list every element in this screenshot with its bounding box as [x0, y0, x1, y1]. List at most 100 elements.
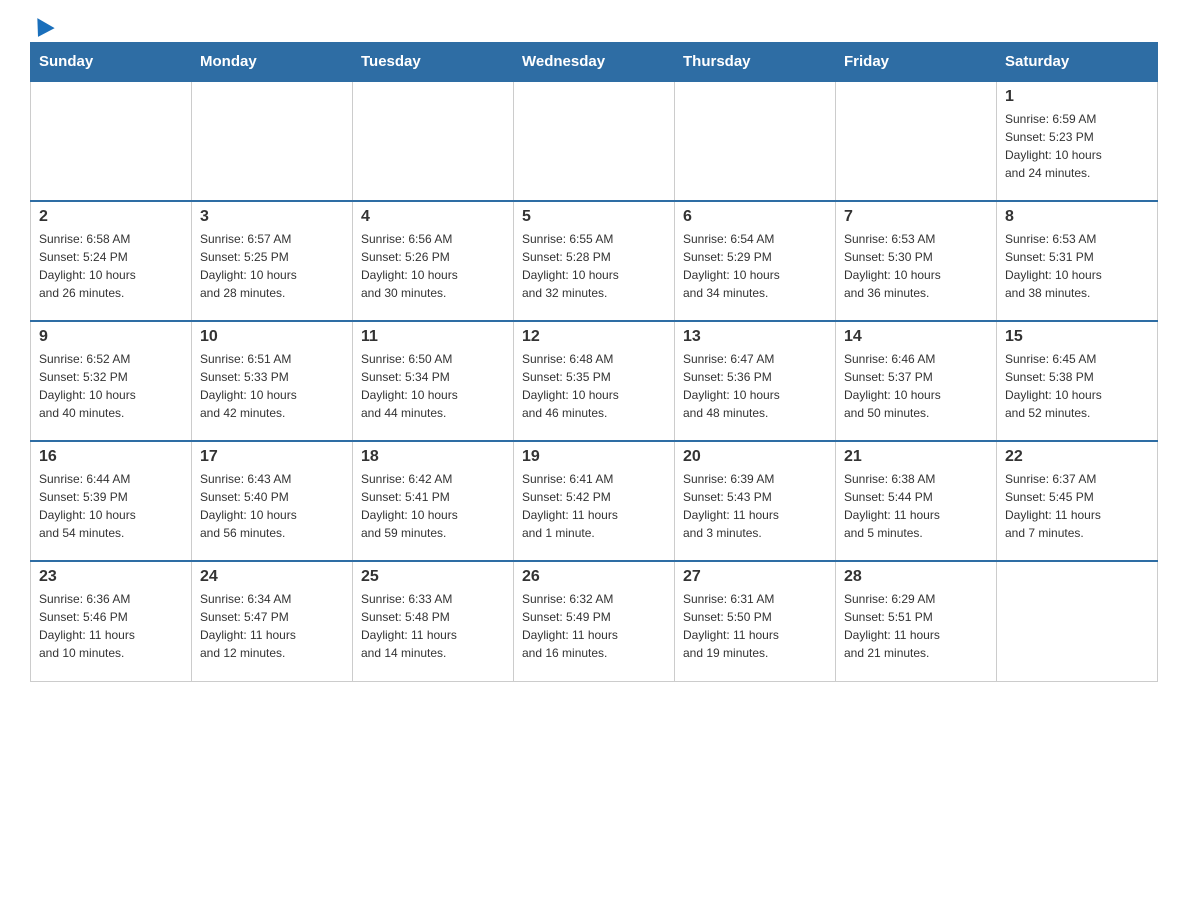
day-number: 4	[361, 208, 505, 226]
day-number: 7	[844, 208, 988, 226]
day-number: 19	[522, 448, 666, 466]
calendar-cell: 19 Sunrise: 6:41 AMSunset: 5:42 PMDayligh…	[514, 441, 675, 561]
day-info: Sunrise: 6:50 AMSunset: 5:34 PMDaylight:…	[361, 350, 505, 422]
calendar-cell: 9 Sunrise: 6:52 AMSunset: 5:32 PMDaylight…	[31, 321, 192, 441]
calendar-cell	[675, 81, 836, 201]
day-number: 14	[844, 328, 988, 346]
day-info: Sunrise: 6:42 AMSunset: 5:41 PMDaylight:…	[361, 470, 505, 542]
day-number: 26	[522, 568, 666, 586]
weekday-header-friday: Friday	[836, 43, 997, 82]
calendar-cell: 14 Sunrise: 6:46 AMSunset: 5:37 PMDayligh…	[836, 321, 997, 441]
calendar-cell: 13 Sunrise: 6:47 AMSunset: 5:36 PMDayligh…	[675, 321, 836, 441]
day-number: 3	[200, 208, 344, 226]
calendar-cell: 12 Sunrise: 6:48 AMSunset: 5:35 PMDayligh…	[514, 321, 675, 441]
weekday-header-row: SundayMondayTuesdayWednesdayThursdayFrid…	[31, 43, 1158, 82]
calendar-cell: 26 Sunrise: 6:32 AMSunset: 5:49 PMDayligh…	[514, 561, 675, 681]
calendar-cell	[353, 81, 514, 201]
calendar-cell	[31, 81, 192, 201]
day-info: Sunrise: 6:58 AMSunset: 5:24 PMDaylight:…	[39, 230, 183, 302]
day-info: Sunrise: 6:53 AMSunset: 5:31 PMDaylight:…	[1005, 230, 1149, 302]
calendar-cell: 3 Sunrise: 6:57 AMSunset: 5:25 PMDaylight…	[192, 201, 353, 321]
day-info: Sunrise: 6:57 AMSunset: 5:25 PMDaylight:…	[200, 230, 344, 302]
day-number: 9	[39, 328, 183, 346]
day-info: Sunrise: 6:56 AMSunset: 5:26 PMDaylight:…	[361, 230, 505, 302]
day-number: 21	[844, 448, 988, 466]
calendar-cell: 5 Sunrise: 6:55 AMSunset: 5:28 PMDaylight…	[514, 201, 675, 321]
day-info: Sunrise: 6:45 AMSunset: 5:38 PMDaylight:…	[1005, 350, 1149, 422]
calendar-cell	[836, 81, 997, 201]
day-number: 17	[200, 448, 344, 466]
logo-triangle-icon	[29, 18, 54, 42]
day-info: Sunrise: 6:32 AMSunset: 5:49 PMDaylight:…	[522, 590, 666, 662]
day-number: 15	[1005, 328, 1149, 346]
calendar-cell: 18 Sunrise: 6:42 AMSunset: 5:41 PMDayligh…	[353, 441, 514, 561]
calendar-cell: 6 Sunrise: 6:54 AMSunset: 5:29 PMDaylight…	[675, 201, 836, 321]
day-info: Sunrise: 6:52 AMSunset: 5:32 PMDaylight:…	[39, 350, 183, 422]
weekday-header-thursday: Thursday	[675, 43, 836, 82]
day-number: 11	[361, 328, 505, 346]
calendar-cell: 25 Sunrise: 6:33 AMSunset: 5:48 PMDayligh…	[353, 561, 514, 681]
calendar-cell	[514, 81, 675, 201]
day-info: Sunrise: 6:33 AMSunset: 5:48 PMDaylight:…	[361, 590, 505, 662]
day-info: Sunrise: 6:34 AMSunset: 5:47 PMDaylight:…	[200, 590, 344, 662]
calendar-cell: 27 Sunrise: 6:31 AMSunset: 5:50 PMDayligh…	[675, 561, 836, 681]
day-number: 23	[39, 568, 183, 586]
day-info: Sunrise: 6:44 AMSunset: 5:39 PMDaylight:…	[39, 470, 183, 542]
day-number: 18	[361, 448, 505, 466]
day-info: Sunrise: 6:48 AMSunset: 5:35 PMDaylight:…	[522, 350, 666, 422]
day-number: 28	[844, 568, 988, 586]
day-info: Sunrise: 6:39 AMSunset: 5:43 PMDaylight:…	[683, 470, 827, 542]
day-info: Sunrise: 6:51 AMSunset: 5:33 PMDaylight:…	[200, 350, 344, 422]
day-number: 2	[39, 208, 183, 226]
weekday-header-sunday: Sunday	[31, 43, 192, 82]
calendar-cell: 21Sunrise: 6:38 AMSunset: 5:44 PMDayligh…	[836, 441, 997, 561]
calendar-cell: 8 Sunrise: 6:53 AMSunset: 5:31 PMDaylight…	[997, 201, 1158, 321]
day-info: Sunrise: 6:37 AMSunset: 5:45 PMDaylight:…	[1005, 470, 1149, 542]
logo	[30, 20, 52, 32]
day-number: 12	[522, 328, 666, 346]
calendar-cell: 23 Sunrise: 6:36 AMSunset: 5:46 PMDayligh…	[31, 561, 192, 681]
day-number: 6	[683, 208, 827, 226]
calendar-cell: 11 Sunrise: 6:50 AMSunset: 5:34 PMDayligh…	[353, 321, 514, 441]
calendar-table: SundayMondayTuesdayWednesdayThursdayFrid…	[30, 42, 1158, 682]
day-info: Sunrise: 6:31 AMSunset: 5:50 PMDaylight:…	[683, 590, 827, 662]
weekday-header-tuesday: Tuesday	[353, 43, 514, 82]
calendar-cell: 28 Sunrise: 6:29 AMSunset: 5:51 PMDayligh…	[836, 561, 997, 681]
day-number: 20	[683, 448, 827, 466]
day-number: 13	[683, 328, 827, 346]
day-number: 22	[1005, 448, 1149, 466]
weekday-header-monday: Monday	[192, 43, 353, 82]
day-info: Sunrise: 6:55 AMSunset: 5:28 PMDaylight:…	[522, 230, 666, 302]
calendar-cell: 10 Sunrise: 6:51 AMSunset: 5:33 PMDayligh…	[192, 321, 353, 441]
day-number: 8	[1005, 208, 1149, 226]
day-number: 16	[39, 448, 183, 466]
day-info: Sunrise: 6:47 AMSunset: 5:36 PMDaylight:…	[683, 350, 827, 422]
calendar-cell: 24 Sunrise: 6:34 AMSunset: 5:47 PMDayligh…	[192, 561, 353, 681]
week-row-3: 9 Sunrise: 6:52 AMSunset: 5:32 PMDaylight…	[31, 321, 1158, 441]
weekday-header-wednesday: Wednesday	[514, 43, 675, 82]
day-number: 24	[200, 568, 344, 586]
calendar-cell	[192, 81, 353, 201]
calendar-cell: 16 Sunrise: 6:44 AMSunset: 5:39 PMDayligh…	[31, 441, 192, 561]
day-info: Sunrise: 6:43 AMSunset: 5:40 PMDaylight:…	[200, 470, 344, 542]
week-row-1: 1 Sunrise: 6:59 AMSunset: 5:23 PMDaylight…	[31, 81, 1158, 201]
day-info: Sunrise: 6:59 AMSunset: 5:23 PMDaylight:…	[1005, 110, 1149, 182]
day-info: Sunrise: 6:53 AMSunset: 5:30 PMDaylight:…	[844, 230, 988, 302]
calendar-cell: 4 Sunrise: 6:56 AMSunset: 5:26 PMDaylight…	[353, 201, 514, 321]
day-info: Sunrise: 6:41 AMSunset: 5:42 PMDaylight:…	[522, 470, 666, 542]
day-info: Sunrise: 6:29 AMSunset: 5:51 PMDaylight:…	[844, 590, 988, 662]
calendar-cell: 7 Sunrise: 6:53 AMSunset: 5:30 PMDaylight…	[836, 201, 997, 321]
week-row-5: 23 Sunrise: 6:36 AMSunset: 5:46 PMDayligh…	[31, 561, 1158, 681]
day-number: 10	[200, 328, 344, 346]
day-info: Sunrise: 6:54 AMSunset: 5:29 PMDaylight:…	[683, 230, 827, 302]
calendar-cell: 22 Sunrise: 6:37 AMSunset: 5:45 PMDayligh…	[997, 441, 1158, 561]
day-number: 25	[361, 568, 505, 586]
calendar-cell: 1 Sunrise: 6:59 AMSunset: 5:23 PMDaylight…	[997, 81, 1158, 201]
day-number: 5	[522, 208, 666, 226]
day-number: 1	[1005, 88, 1149, 106]
week-row-4: 16 Sunrise: 6:44 AMSunset: 5:39 PMDayligh…	[31, 441, 1158, 561]
calendar-cell	[997, 561, 1158, 681]
day-number: 27	[683, 568, 827, 586]
day-info: Sunrise: 6:36 AMSunset: 5:46 PMDaylight:…	[39, 590, 183, 662]
day-info: Sunrise: 6:46 AMSunset: 5:37 PMDaylight:…	[844, 350, 988, 422]
